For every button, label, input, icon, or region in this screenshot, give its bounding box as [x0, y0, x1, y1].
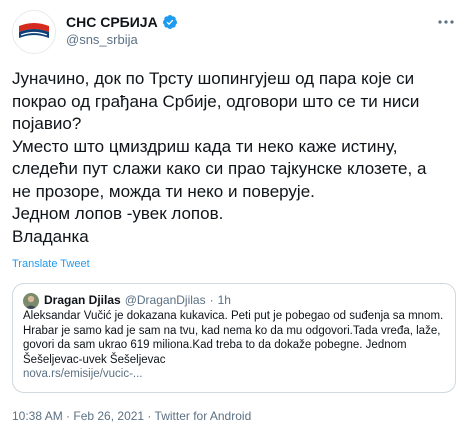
sns-logo-icon	[13, 11, 55, 53]
tweet-text-line: Владанка	[12, 226, 89, 246]
quoted-text-line: govori da sam ukrao 619 miliona.Kad treb…	[23, 339, 407, 351]
more-options-icon[interactable]	[434, 12, 458, 32]
quoted-author-handle: @DraganDjilas	[124, 293, 206, 307]
author-name[interactable]: СНС СРБИЈА	[66, 14, 158, 30]
quoted-text: Aleksandar Vučić je dokazana kukavica. P…	[23, 309, 447, 382]
quoted-avatar-icon	[23, 293, 39, 309]
quoted-text-line: Šešeljevac-uvek Šešeljevac	[23, 353, 166, 366]
tweet-text-line: појавио?	[12, 114, 82, 133]
tweet-card: СНС СРБИЈА @sns_srbija Јуначино, док по …	[0, 0, 468, 439]
tweet-text-line: следећи пут слажи како си прао тајкунске…	[12, 159, 427, 178]
quoted-avatar[interactable]	[23, 293, 39, 309]
tweet-text-line: не прозоре, можда ти неко и поверује.	[12, 181, 315, 201]
quoted-text-line: Aleksandar Vučić je dokazana kukavica. P…	[23, 310, 444, 322]
quoted-text-line: Hrabar je samo kad je sam na tvu, kad ne…	[23, 324, 441, 337]
avatar[interactable]	[12, 10, 56, 54]
quoted-timestamp: 1h	[217, 293, 231, 307]
verified-badge-icon	[162, 15, 177, 29]
quoted-header: Dragan Djilas @DraganDjilas · 1h	[44, 293, 231, 307]
tweet-text-line: покрао од грађана Србије, одговори што с…	[12, 91, 420, 111]
tweet-metadata[interactable]: 10:38 AM · Feb 26, 2021 · Twitter for An…	[12, 409, 251, 423]
separator-dot: ·	[209, 293, 214, 307]
tweet-text: Јуначино, док по Трсту шопингујеш од пар…	[12, 68, 460, 248]
quoted-tweet[interactable]: Dragan Djilas @DraganDjilas · 1h Aleksan…	[12, 283, 456, 393]
tweet-text-line: Једном лопов -увек лопов.	[12, 204, 224, 223]
author-handle[interactable]: @sns_srbija	[66, 32, 138, 47]
translate-tweet-link[interactable]: Translate Tweet	[12, 258, 90, 270]
quoted-link[interactable]: nova.rs/emisije/vucic-...	[23, 367, 447, 382]
quoted-author-name: Dragan Djilas	[44, 293, 121, 307]
tweet-text-line: Јуначино, док по Трсту шопингујеш од пар…	[12, 69, 415, 88]
author-name-row: СНС СРБИЈА	[66, 13, 178, 31]
tweet-text-line: Уместо што цмиздриш када ти неко каже ис…	[12, 136, 398, 156]
